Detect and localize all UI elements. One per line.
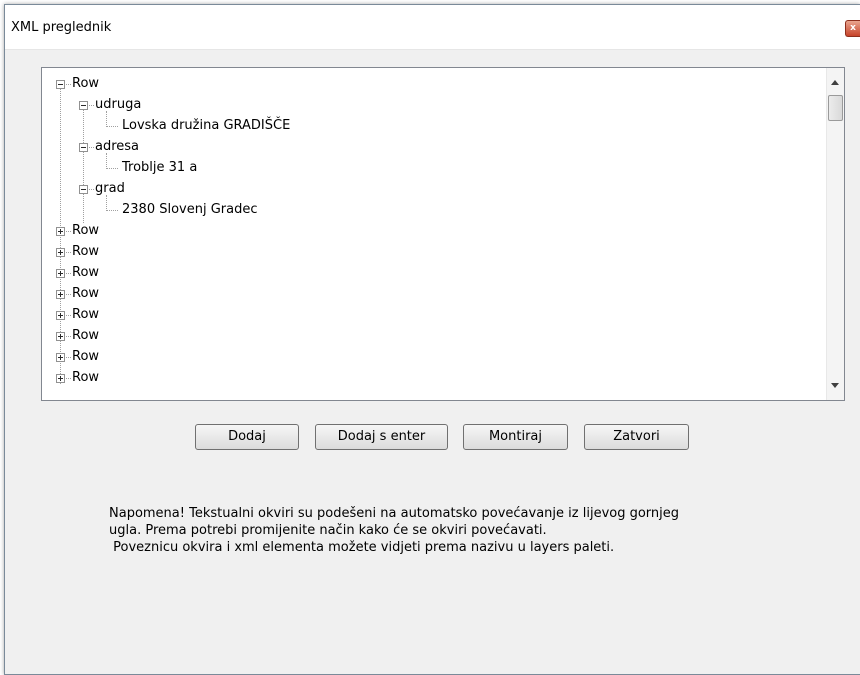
tree-node-udruga[interactable]: udruga xyxy=(42,95,442,115)
collapse-icon[interactable] xyxy=(56,80,65,89)
tree-node-row[interactable]: Row xyxy=(42,368,242,388)
tree-node-row[interactable]: Row xyxy=(42,305,242,325)
expand-icon[interactable] xyxy=(56,269,65,278)
tree-node-grad[interactable]: grad xyxy=(42,179,442,199)
expand-icon[interactable] xyxy=(56,353,65,362)
note-line: Napomena! Tekstualni okviri su podešeni … xyxy=(109,506,680,521)
expand-icon[interactable] xyxy=(56,248,65,257)
tree-node-label: Row xyxy=(72,307,100,322)
vertical-scrollbar[interactable] xyxy=(826,68,844,400)
add-button[interactable]: Dodaj xyxy=(195,424,299,450)
tree-node-row[interactable]: Row xyxy=(42,242,242,262)
tree-leaf-label: Lovska družina GRADIŠČE xyxy=(122,118,291,133)
expand-icon[interactable] xyxy=(56,227,65,236)
expand-icon[interactable] xyxy=(56,374,65,383)
tree-leaf-value[interactable]: Lovska družina GRADIŠČE xyxy=(42,111,542,136)
note-text: Napomena! Tekstualni okviri su podešeni … xyxy=(109,505,789,556)
xml-viewer-window: XML preglednik x Row udruga Lovska druži… xyxy=(4,4,860,675)
collapse-icon[interactable] xyxy=(79,185,88,194)
tree-node-row[interactable]: Row xyxy=(42,326,242,346)
scroll-thumb[interactable] xyxy=(828,95,843,121)
tree-node-label: adresa xyxy=(95,139,140,154)
tree-leaf-label: Troblje 31 a xyxy=(122,160,198,175)
tree-leaf-value[interactable]: 2380 Slovenj Gradec xyxy=(42,195,542,220)
mount-button[interactable]: Montiraj xyxy=(463,424,568,450)
title-bar: XML preglednik x xyxy=(5,5,860,50)
tree-node-row[interactable]: Row xyxy=(42,221,242,241)
tree-node-row[interactable]: Row xyxy=(42,284,242,304)
note-line: ugla. Prema potrebi promijenite način ka… xyxy=(109,523,547,538)
tree-node-row[interactable]: Row xyxy=(42,74,242,94)
tree-node-label: Row xyxy=(72,286,100,301)
tree-node-label: Row xyxy=(72,223,100,238)
add-enter-button[interactable]: Dodaj s enter xyxy=(315,424,448,450)
scroll-down-icon[interactable] xyxy=(831,383,839,388)
tree-node-label: Row xyxy=(72,370,100,385)
tree-node-row[interactable]: Row xyxy=(42,347,242,367)
note-line: Poveznicu okvira i xml elementa možete v… xyxy=(109,540,615,555)
tree-node-label: grad xyxy=(95,181,125,196)
close-button[interactable]: Zatvori xyxy=(584,424,689,450)
tree-node-label: Row xyxy=(72,328,100,343)
tree-leaf-value[interactable]: Troblje 31 a xyxy=(42,153,542,178)
tree-node-label: Row xyxy=(72,76,100,91)
collapse-icon[interactable] xyxy=(79,143,88,152)
tree-node-label: Row xyxy=(72,244,100,259)
window-title: XML preglednik xyxy=(11,20,112,35)
tree-leaf-label: 2380 Slovenj Gradec xyxy=(122,202,258,217)
tree-node-label: Row xyxy=(72,349,100,364)
tree-node-row[interactable]: Row xyxy=(42,263,242,283)
tree-node-label: udruga xyxy=(95,97,142,112)
tree-node-adresa[interactable]: adresa xyxy=(42,137,442,157)
tree-node-label: Row xyxy=(72,265,100,280)
xml-tree-view[interactable]: Row udruga Lovska družina GRADIŠČE adres… xyxy=(41,67,845,401)
collapse-icon[interactable] xyxy=(79,101,88,110)
expand-icon[interactable] xyxy=(56,311,65,320)
expand-icon[interactable] xyxy=(56,290,65,299)
scroll-up-icon[interactable] xyxy=(831,80,839,85)
tree-content: Row udruga Lovska družina GRADIŠČE adres… xyxy=(42,68,826,400)
expand-icon[interactable] xyxy=(56,332,65,341)
close-icon[interactable]: x xyxy=(845,20,860,37)
